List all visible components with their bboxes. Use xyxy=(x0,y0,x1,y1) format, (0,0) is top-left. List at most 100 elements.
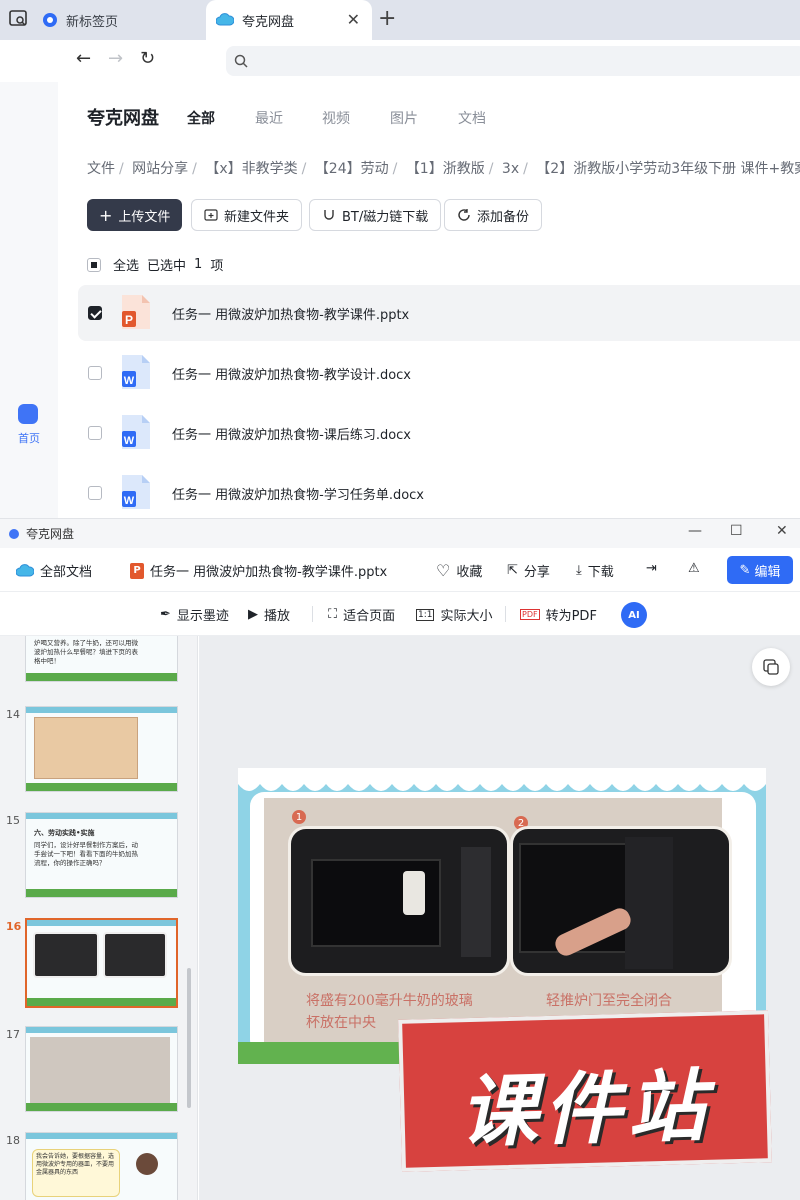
actual-size-button[interactable]: 1:1 实际大小 xyxy=(416,605,493,624)
thumbnail-title: 六、劳动实践•实施 xyxy=(34,829,95,837)
to-pdf-label: 转为PDF xyxy=(545,609,597,624)
browser-tab-bar: 新标签页 夸克网盘 ✕ + xyxy=(0,0,800,40)
reload-icon[interactable]: ↻ xyxy=(140,48,155,69)
back-arrow-icon[interactable]: ← xyxy=(76,48,91,69)
thumbnail-scrollbar[interactable] xyxy=(187,968,191,1108)
milk-glass xyxy=(403,871,425,915)
browser-logo-icon xyxy=(43,13,57,27)
share-label: 分享 xyxy=(523,565,550,580)
slide-thumbnail[interactable] xyxy=(25,1026,178,1112)
slide-thumbnail[interactable] xyxy=(25,706,178,792)
file-row[interactable]: W 任务一 用微波炉加热食物-教学设计.docx xyxy=(78,345,800,401)
docx-file-icon: W xyxy=(122,475,150,509)
forward-arrow-icon[interactable]: → xyxy=(108,48,123,69)
tab-label: 夸克网盘 xyxy=(242,14,295,30)
close-icon[interactable]: ✕ xyxy=(776,523,788,539)
actual-size-label: 实际大小 xyxy=(440,609,493,624)
viewer-title-bar: 夸克网盘 — ☐ ✕ xyxy=(0,518,800,548)
breadcrumb-item[interactable]: 3x xyxy=(502,161,519,177)
favorite-button[interactable]: ♡ 收藏 xyxy=(436,561,482,580)
plus-icon[interactable]: + xyxy=(378,6,396,31)
tab-new-tab[interactable]: 新标签页 xyxy=(42,4,118,36)
edit-button[interactable]: ✎ 编辑 xyxy=(727,556,793,584)
breadcrumb-item[interactable]: 【x】非教学类 xyxy=(205,161,297,177)
cloud-icon xyxy=(16,563,34,576)
tab-video[interactable]: 视频 xyxy=(322,108,350,128)
pdf-icon: PDF xyxy=(520,609,540,620)
tab-image[interactable]: 图片 xyxy=(390,108,418,128)
tab-recent[interactable]: 最近 xyxy=(255,108,283,128)
add-backup-button[interactable]: 添加备份 xyxy=(444,199,543,231)
slide-thumbnail[interactable]: 六、劳动实践•实施 同学们，设计好早餐制作方案后，动手尝试一下吧！看看下面的牛奶… xyxy=(25,812,178,898)
file-row[interactable]: W 任务一 用微波炉加热食物-课后练习.docx xyxy=(78,405,800,461)
share-icon: ⇱ xyxy=(507,563,518,578)
new-folder-label: 新建文件夹 xyxy=(224,209,290,225)
slide-number: 17 xyxy=(6,1028,20,1041)
file-row[interactable]: P 任务一 用微波炉加热食物-教学课件.pptx xyxy=(78,285,800,341)
breadcrumb-item[interactable]: 【24】劳动 xyxy=(315,161,389,177)
row-checkbox[interactable] xyxy=(88,426,102,440)
slide-thumbnail[interactable]: 我会告诉她，要根据容量，选用微波炉专用的器皿，不要用金属器具的东西 xyxy=(25,1132,178,1200)
to-pdf-button[interactable]: PDF 转为PDF xyxy=(520,605,597,624)
svg-text:P: P xyxy=(125,313,133,327)
home-icon[interactable] xyxy=(18,404,38,424)
select-all-label[interactable]: 全选 xyxy=(113,255,139,274)
breadcrumb-item[interactable]: 【2】浙教版小学劳动3年级下册 课件+教案 xyxy=(536,161,800,177)
share-button[interactable]: ⇱ 分享 xyxy=(507,561,550,580)
maximize-icon[interactable]: ☐ xyxy=(730,523,743,539)
selection-bar: 全选 已选中 1 项 xyxy=(87,255,223,274)
row-checkbox[interactable] xyxy=(88,486,102,500)
ai-assistant-icon[interactable]: AI xyxy=(621,602,647,628)
feedback-icon[interactable]: ⚠ xyxy=(688,561,700,576)
brand-title: 夸克网盘 xyxy=(87,108,159,129)
microwave-photo-2 xyxy=(510,826,732,976)
file-name[interactable]: 任务一 用微波炉加热食物-教学设计.docx xyxy=(172,364,411,383)
control-panel xyxy=(461,847,491,957)
new-folder-button[interactable]: 新建文件夹 xyxy=(191,199,303,231)
tab-search-icon[interactable] xyxy=(8,9,30,29)
fit-page-label: 适合页面 xyxy=(343,609,396,624)
upload-label: 上传文件 xyxy=(118,209,171,225)
upload-button[interactable]: + 上传文件 xyxy=(87,199,183,231)
file-name[interactable]: 任务一 用微波炉加热食物-课后练习.docx xyxy=(172,424,411,443)
home-label[interactable]: 首页 xyxy=(18,430,40,446)
svg-text:W: W xyxy=(124,435,135,447)
row-checkbox[interactable] xyxy=(88,366,102,380)
download-label: 下载 xyxy=(587,565,614,580)
breadcrumb-item[interactable]: 【1】浙教版 xyxy=(406,161,485,177)
file-row[interactable]: W 任务一 用微波炉加热食物-学习任务单.docx xyxy=(78,465,800,521)
bt-download-button[interactable]: BT/磁力链下载 xyxy=(309,199,442,231)
tab-all[interactable]: 全部 xyxy=(187,108,215,128)
breadcrumb-item[interactable]: 网站分享 xyxy=(132,161,188,177)
slide-thumbnail-active[interactable] xyxy=(25,918,178,1008)
file-name[interactable]: 任务一 用微波炉加热食物-教学课件.pptx xyxy=(172,304,409,323)
slide-number: 18 xyxy=(6,1134,20,1147)
ocr-float-button[interactable] xyxy=(752,648,790,686)
tab-quark-drive[interactable]: 夸克网盘 ✕ xyxy=(206,0,372,40)
slide-thumbnail[interactable]: 炉喝又营养。除了牛奶，还可以用微波炉加热什么早餐呢？填进下页的表格中吧！ xyxy=(25,636,178,682)
tab-docs[interactable]: 文档 xyxy=(458,108,486,128)
breadcrumb: 文件 / 网站分享 / 【x】非教学类 / 【24】劳动 / 【1】浙教版/ 3x / 【… xyxy=(87,158,800,178)
save-to-icon[interactable]: ⇥ xyxy=(646,561,657,576)
row-checkbox[interactable] xyxy=(88,306,102,320)
docx-file-icon: W xyxy=(122,355,150,389)
download-button[interactable]: ⤓ 下载 xyxy=(576,561,614,580)
show-ink-button[interactable]: ✒ 显示墨迹 xyxy=(160,605,229,624)
close-tab-icon[interactable]: ✕ xyxy=(347,10,360,29)
pptx-icon: P xyxy=(130,562,144,579)
all-docs-label: 全部文档 xyxy=(40,565,93,580)
select-all-checkbox[interactable] xyxy=(87,257,101,272)
address-input[interactable] xyxy=(226,46,800,76)
file-name[interactable]: 任务一 用微波炉加热食物-学习任务单.docx xyxy=(172,484,424,503)
tab-label: 新标签页 xyxy=(66,14,119,30)
address-bar-row: ← → ↻ xyxy=(0,40,800,82)
play-button[interactable]: ▶ 播放 xyxy=(248,605,290,624)
fit-page-button[interactable]: ⛶ 适合页面 xyxy=(328,605,395,624)
play-icon: ▶ xyxy=(248,607,258,622)
minimize-icon[interactable]: — xyxy=(688,523,702,539)
all-docs-button[interactable]: 全部文档 xyxy=(16,561,92,580)
photo-thumb xyxy=(30,1037,170,1103)
breadcrumb-item[interactable]: 文件 xyxy=(87,161,115,177)
docx-file-icon: W xyxy=(122,415,150,449)
svg-text:W: W xyxy=(124,375,135,387)
